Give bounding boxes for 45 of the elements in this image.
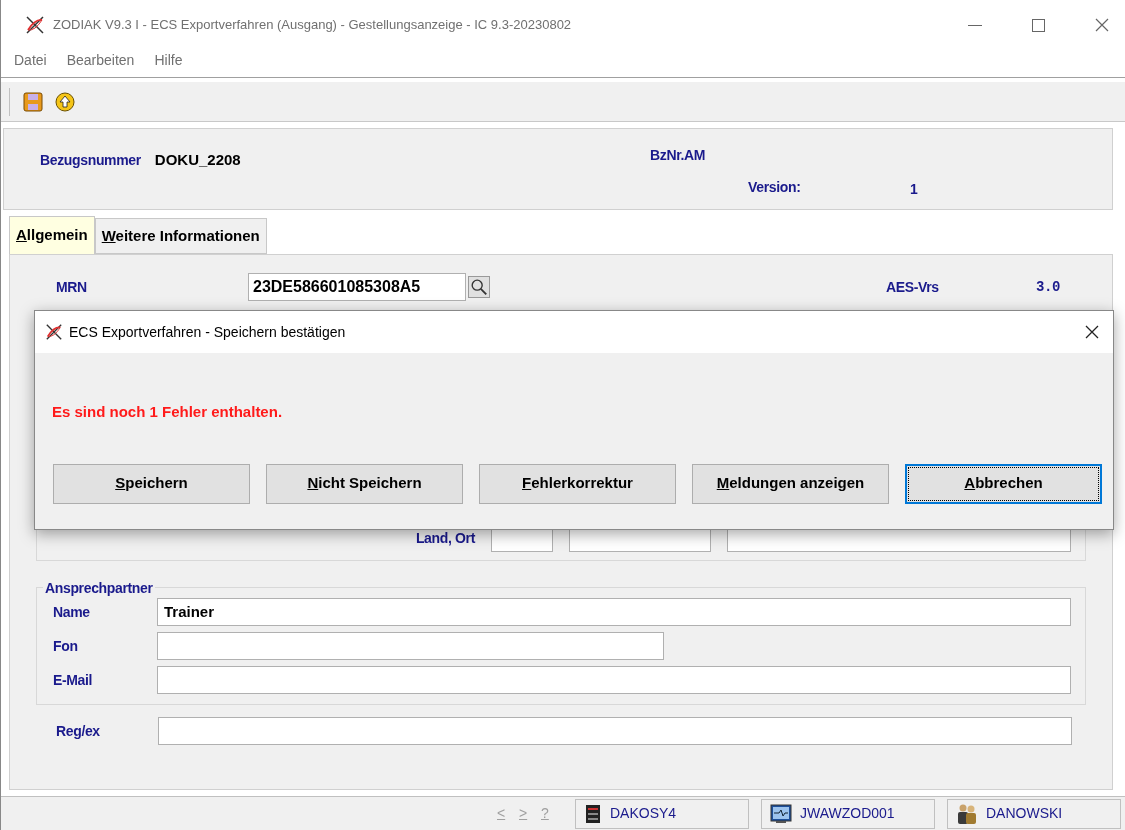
text-field[interactable]: [157, 632, 664, 660]
status-text: JWAWZOD001: [800, 804, 895, 823]
maximize-icon[interactable]: [1032, 18, 1045, 32]
dialog-button[interactable]: Abbrechen: [905, 463, 1102, 504]
search-icon[interactable]: [468, 276, 490, 298]
field-label: Fon: [53, 636, 79, 656]
dialog-button[interactable]: Speichern: [53, 463, 250, 504]
monitor-icon: [770, 803, 792, 824]
tab[interactable]: Allgemein: [9, 216, 95, 254]
minimize-icon[interactable]: [968, 24, 982, 26]
field-label: Name: [53, 602, 91, 622]
close-icon[interactable]: [1085, 325, 1099, 339]
error-message: Es sind noch 1 Fehler enthalten.: [52, 402, 284, 422]
dialog-title: ECS Exportverfahren - Speichern bestätigen: [69, 322, 346, 342]
upload-icon[interactable]: [55, 91, 75, 112]
field-label: E-Mail: [53, 670, 94, 690]
status-text: DAKOSY4: [610, 804, 677, 823]
save-icon[interactable]: [23, 91, 43, 112]
text-field[interactable]: [157, 666, 1071, 694]
dialog-button[interactable]: Fehlerkorrektur: [479, 463, 676, 504]
field-label: MRN: [55, 277, 88, 297]
text-field[interactable]: [158, 717, 1072, 745]
tab[interactable]: Weitere Informationen: [94, 218, 267, 254]
logo-icon: [25, 15, 45, 35]
window-title: ZODIAK V9.3 I - ECS Exportverfahren (Ausgang) - Gestellungsanzeige - IC 9.3-20230802: [53, 16, 572, 35]
menu-item[interactable]: Hilfe: [154, 50, 183, 71]
menu-item[interactable]: Bearbeiten: [66, 50, 135, 71]
server-icon: [584, 803, 602, 824]
field-label: Version:: [748, 178, 801, 197]
field-label: Land, Ort: [415, 528, 475, 548]
status-text: DANOWSKI: [986, 804, 1063, 823]
field-label: Reg/ex: [56, 721, 101, 741]
mrn-field[interactable]: 23DE586601085308A5: [248, 273, 466, 301]
reference-number: DOKU_2208: [154, 150, 241, 170]
users-icon: [956, 802, 978, 825]
dialog-button[interactable]: Nicht Speichern: [266, 463, 463, 504]
aes-version: 3.0: [1036, 277, 1062, 297]
field-label: Bezugsnummer: [40, 151, 141, 170]
version-value: 1: [910, 180, 918, 199]
field-label: BzNr.AM: [650, 146, 706, 165]
field-label: AES-Vrs: [886, 277, 940, 297]
text-field[interactable]: Trainer: [157, 598, 1071, 626]
logo-icon: [45, 323, 63, 341]
dialog-button[interactable]: Meldungen anzeigen: [692, 463, 889, 504]
menu-item[interactable]: Datei: [14, 50, 47, 71]
